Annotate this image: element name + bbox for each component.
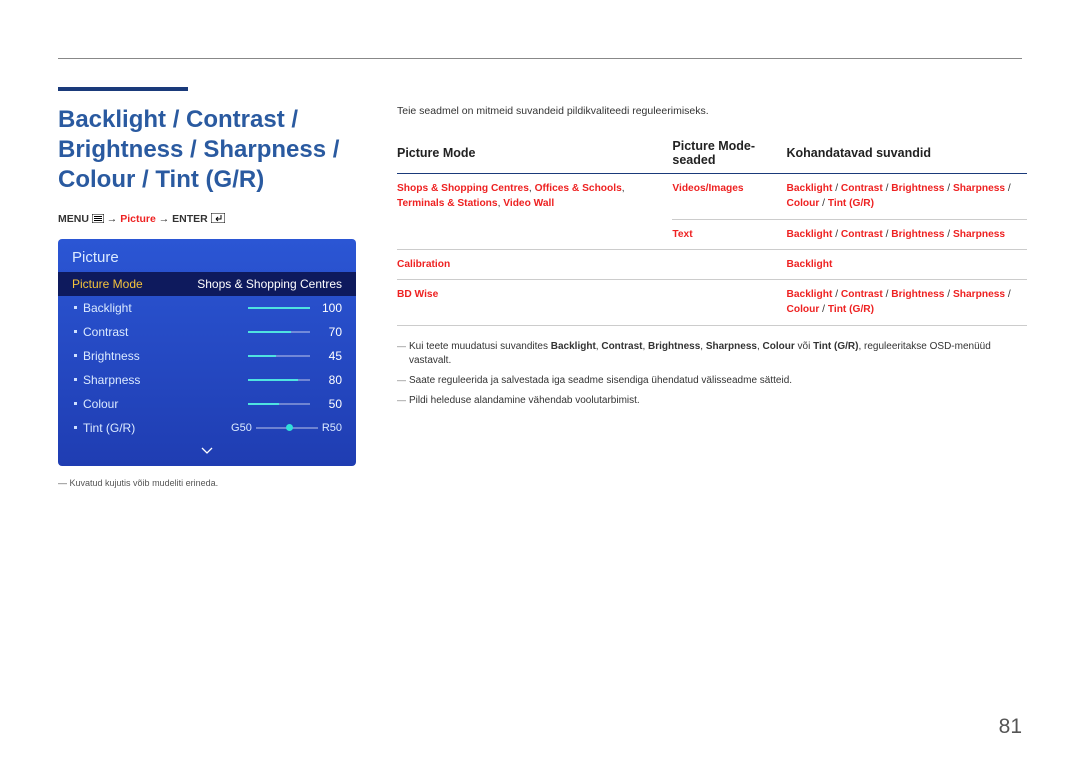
osd-slider-row[interactable]: Backlight 100	[58, 296, 356, 320]
th-mode: Picture Mode	[397, 139, 672, 174]
menu-path: MENU → Picture → ENTER	[58, 213, 393, 225]
osd-tint-label: Tint (G/R)	[72, 421, 231, 435]
slider-value: 70	[318, 325, 342, 339]
enter-icon	[211, 213, 225, 223]
osd-slider-row[interactable]: Brightness 45	[58, 344, 356, 368]
slider-value: 45	[318, 349, 342, 363]
osd-header: Picture	[58, 239, 356, 272]
osd-panel: Picture Picture Mode Shops & Shopping Ce…	[58, 239, 356, 466]
slider-value: 80	[318, 373, 342, 387]
cell-seaded	[672, 280, 786, 326]
nav-arrow: →	[107, 213, 118, 225]
slider-value: 100	[318, 301, 342, 315]
menu-label: MENU	[58, 213, 89, 225]
cell-mode: BD Wise	[397, 280, 672, 326]
intro-text: Teie seadmel on mitmeid suvandeid pildik…	[397, 105, 1022, 117]
cell-seaded: Videos/Images	[672, 174, 786, 220]
osd-tint-row[interactable]: Tint (G/R) G50 R50	[58, 416, 356, 440]
table-row: Shops & Shopping Centres, Offices & Scho…	[397, 174, 1027, 220]
cell-suvandid: Backlight / Contrast / Brightness / Shar…	[787, 219, 1028, 249]
nav-arrow: →	[159, 213, 170, 225]
osd-row-label: Backlight	[72, 301, 248, 315]
cell-suvandid: Backlight	[787, 249, 1028, 279]
osd-row-label: Sharpness	[72, 373, 248, 387]
th-suvandid: Kohandatavad suvandid	[787, 139, 1028, 174]
osd-mode-label: Picture Mode	[72, 277, 197, 291]
slider[interactable]	[248, 379, 310, 381]
tint-left: G50	[231, 422, 252, 434]
cell-seaded	[672, 249, 786, 279]
cell-seaded: Text	[672, 219, 786, 249]
tint-slider[interactable]	[256, 427, 318, 429]
slider-value: 50	[318, 397, 342, 411]
osd-row-label: Brightness	[72, 349, 248, 363]
page-number: 81	[999, 715, 1022, 739]
notes-list: Kui teete muudatusi suvandites Backlight…	[397, 340, 1022, 408]
osd-slider-row[interactable]: Contrast 70	[58, 320, 356, 344]
osd-picture-mode-row[interactable]: Picture Mode Shops & Shopping Centres	[58, 272, 356, 296]
cell-mode: Shops & Shopping Centres, Offices & Scho…	[397, 174, 672, 250]
osd-row-label: Colour	[72, 397, 248, 411]
note-item: Pildi heleduse alandamine vähendab voolu…	[397, 394, 1022, 408]
options-table: Picture Mode Picture Mode-seaded Kohanda…	[397, 139, 1027, 326]
cell-suvandid: Backlight / Contrast / Brightness / Shar…	[787, 174, 1028, 220]
chevron-down-icon[interactable]	[58, 440, 356, 458]
page-title: Backlight / Contrast / Brightness / Shar…	[58, 105, 393, 195]
note-item: Saate reguleerida ja salvestada iga sead…	[397, 374, 1022, 388]
table-row: BD Wise Backlight / Contrast / Brightness…	[397, 280, 1027, 326]
osd-mode-value: Shops & Shopping Centres	[197, 277, 342, 291]
cell-mode: Calibration	[397, 249, 672, 279]
accent-bar	[58, 87, 188, 91]
nav-mid: Picture	[120, 213, 156, 225]
th-seaded: Picture Mode-seaded	[672, 139, 786, 174]
slider[interactable]	[248, 307, 310, 309]
slider[interactable]	[248, 355, 310, 357]
osd-slider-row[interactable]: Colour 50	[58, 392, 356, 416]
slider[interactable]	[248, 403, 310, 405]
cell-suvandid: Backlight / Contrast / Brightness / Shar…	[787, 280, 1028, 326]
menu-icon	[92, 214, 104, 223]
slider[interactable]	[248, 331, 310, 333]
osd-slider-row[interactable]: Sharpness 80	[58, 368, 356, 392]
enter-label: ENTER	[172, 213, 208, 225]
osd-row-label: Contrast	[72, 325, 248, 339]
tint-right: R50	[322, 422, 342, 434]
table-row: Calibration Backlight	[397, 249, 1027, 279]
note-item: Kui teete muudatusi suvandites Backlight…	[397, 340, 1022, 368]
footnote: ― Kuvatud kujutis võib mudeliti erineda.	[58, 478, 393, 488]
